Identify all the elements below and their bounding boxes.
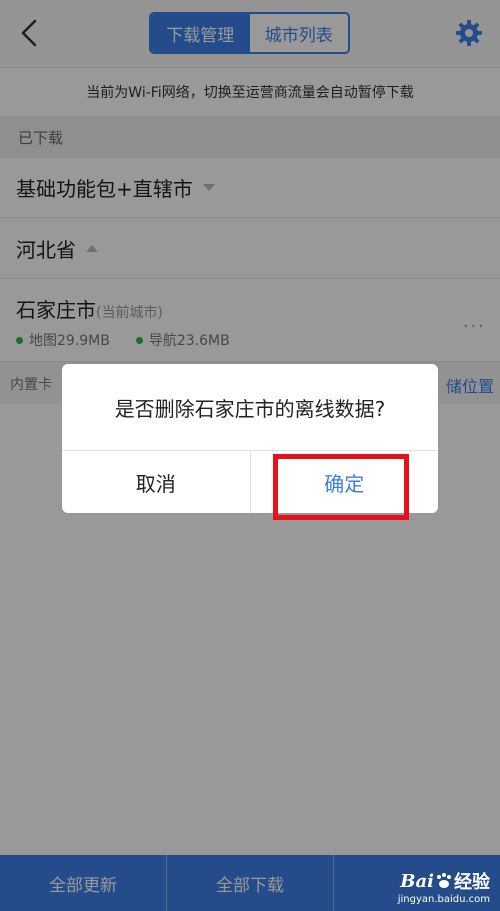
paw-icon [437,873,451,888]
cancel-button[interactable]: 取消 [62,451,251,513]
watermark-logo: Bai 经验 [400,870,490,894]
dialog-message: 是否删除石家庄市的离线数据? [62,364,438,451]
annotation-highlight-box [273,454,409,520]
watermark-site: jingyan.baidu.com [397,894,490,905]
baidu-jingyan-watermark: Bai 经验 jingyan.baidu.com [397,868,490,906]
